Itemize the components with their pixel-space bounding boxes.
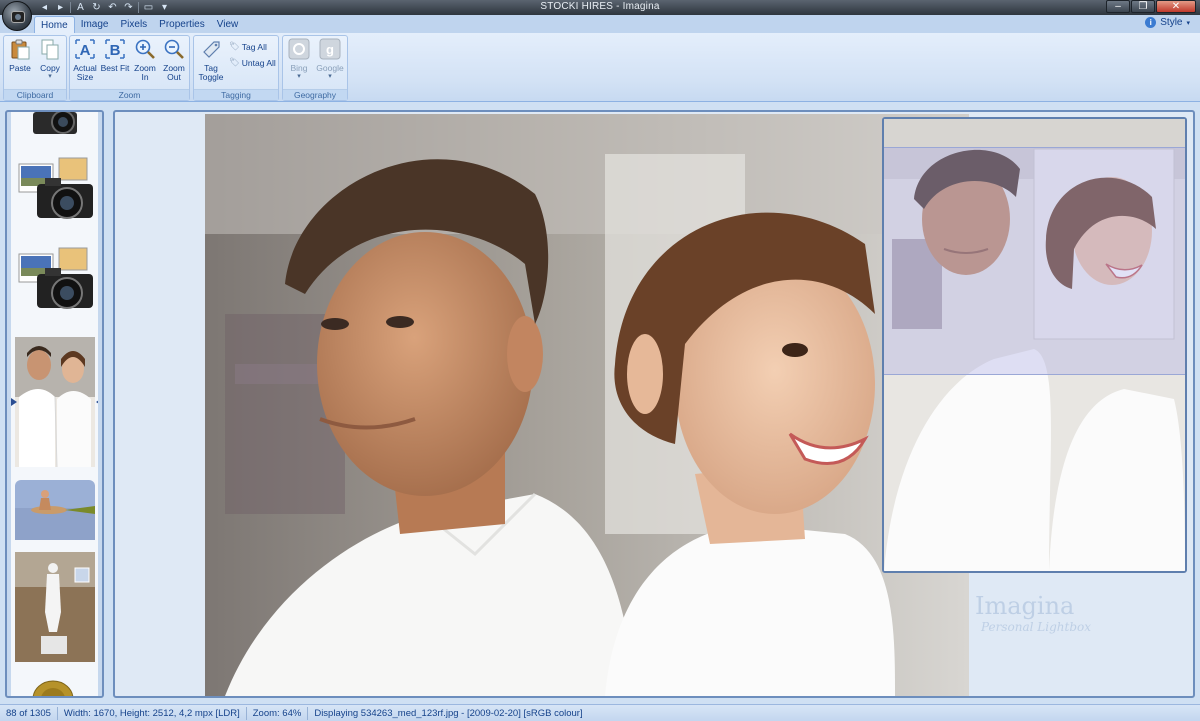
chevron-down-icon: ▾ bbox=[48, 73, 52, 80]
minimize-button[interactable]: – bbox=[1106, 0, 1130, 13]
zoom-in-label-2: In bbox=[141, 72, 149, 82]
zoom-in-icon bbox=[135, 39, 155, 59]
close-button[interactable]: ✕ bbox=[1156, 0, 1196, 13]
svg-text:A: A bbox=[80, 42, 91, 59]
imagina-watermark: Imagina Personal Lightbox bbox=[975, 592, 1091, 634]
thumbnail-scrollbar[interactable] bbox=[98, 112, 102, 696]
tab-pixels[interactable]: Pixels bbox=[114, 16, 153, 33]
svg-text:g: g bbox=[326, 42, 334, 57]
window-controls: – ❐ ✕ bbox=[1106, 0, 1196, 13]
main-photo bbox=[205, 114, 969, 696]
couple-thumb[interactable] bbox=[15, 337, 95, 467]
paste-icon bbox=[11, 39, 30, 60]
style-menu[interactable]: i Style ▾ bbox=[1145, 17, 1190, 28]
group-label-tagging: Tagging bbox=[194, 89, 278, 100]
copy-label: Copy bbox=[40, 63, 60, 73]
google-label: Google bbox=[316, 63, 344, 73]
camera-icon-thumb[interactable] bbox=[15, 112, 95, 144]
chevron-down-icon: ▾ bbox=[328, 73, 332, 80]
watermark-subtitle: Personal Lightbox bbox=[981, 620, 1092, 634]
thumbnail-list bbox=[11, 112, 102, 697]
status-index: 88 of 1305 bbox=[0, 706, 58, 720]
window-title: STOCKI HIRES - Imagina bbox=[540, 1, 660, 12]
app-menu-button[interactable] bbox=[2, 1, 32, 31]
tab-home[interactable]: Home bbox=[34, 16, 75, 33]
group-label-zoom: Zoom bbox=[70, 89, 189, 100]
tab-image[interactable]: Image bbox=[75, 16, 115, 33]
copy-button[interactable]: Copy ▾ bbox=[36, 38, 64, 80]
untag-small-icon: 🏷 bbox=[229, 57, 240, 67]
navigator-panel[interactable] bbox=[882, 117, 1187, 573]
photo-camera-thumb-2[interactable] bbox=[15, 244, 95, 324]
group-label-clipboard: Clipboard bbox=[4, 89, 66, 100]
thumbnail-strip[interactable] bbox=[5, 110, 104, 698]
camera-icon bbox=[11, 11, 25, 23]
tab-view[interactable]: View bbox=[211, 16, 245, 33]
status-bar: 88 of 1305 Width: 1670, Height: 2512, 4,… bbox=[0, 704, 1200, 721]
untag-all-label: Untag All bbox=[241, 57, 276, 68]
bing-label: Bing bbox=[290, 63, 308, 73]
status-zoom: Zoom: 64% bbox=[247, 706, 309, 720]
group-geography: Bing ▾ g Google ▾ Geography bbox=[282, 35, 348, 101]
chevron-down-icon: ▾ bbox=[297, 73, 301, 80]
status-file: Displaying 534263_med_123rf.jpg - [2009-… bbox=[314, 707, 583, 719]
title-bar: ◂ ▸ A ↻ ↶ ↷ ▭ ▾ STOCKI HIRES - Imagina –… bbox=[0, 0, 1200, 31]
untag-all-button[interactable]: 🏷 Untag All bbox=[229, 57, 276, 68]
selected-marker-left bbox=[11, 398, 17, 406]
best-fit-button[interactable]: B Best Fit bbox=[99, 38, 131, 73]
ribbon-tabs: Home Image Pixels Properties View bbox=[34, 16, 244, 33]
tag-icon bbox=[203, 41, 220, 58]
paste-label: Paste bbox=[9, 63, 31, 73]
zoom-out-label-2: Out bbox=[167, 72, 181, 82]
help-icon[interactable]: i bbox=[1145, 17, 1157, 28]
tag-toggle-button[interactable]: Tag Toggle bbox=[197, 38, 225, 82]
copy-icon bbox=[41, 39, 59, 60]
group-zoom: A Actual Size B Best Fit Zoom In Zoom Ou… bbox=[69, 35, 190, 101]
group-label-geography: Geography bbox=[283, 89, 347, 100]
svg-text:B: B bbox=[110, 42, 121, 59]
group-clipboard: Paste Copy ▾ Clipboard bbox=[3, 35, 67, 101]
status-dimensions: Width: 1670, Height: 2512, 4,2 mpx [LDR] bbox=[58, 706, 247, 720]
paste-button[interactable]: Paste bbox=[7, 38, 33, 73]
photo-camera-thumb[interactable] bbox=[15, 154, 95, 234]
zoom-in-button[interactable]: Zoom In bbox=[132, 38, 158, 82]
watermark-title: Imagina bbox=[975, 592, 1075, 620]
best-fit-icon: B bbox=[105, 39, 125, 59]
bing-icon bbox=[288, 38, 310, 60]
tag-all-label: Tag All bbox=[241, 41, 267, 52]
statue-thumb[interactable] bbox=[15, 552, 95, 662]
actual-size-icon: A bbox=[75, 39, 95, 59]
swimmer-thumb[interactable] bbox=[15, 480, 95, 540]
best-fit-label: Best Fit bbox=[100, 63, 130, 73]
tag-small-icon: 🏷 bbox=[229, 41, 240, 51]
tag-toggle-label-2: Toggle bbox=[198, 72, 224, 82]
group-tagging: Tag Toggle 🏷 Tag All 🏷 Untag All Tagging bbox=[193, 35, 279, 101]
tag-all-button[interactable]: 🏷 Tag All bbox=[229, 41, 267, 52]
actual-size-label-2: Size bbox=[76, 72, 94, 82]
coin-thumb[interactable] bbox=[15, 677, 95, 697]
google-icon: g bbox=[319, 38, 341, 60]
ribbon-tabs-bar: Home Image Pixels Properties View i Styl… bbox=[0, 15, 1200, 33]
chevron-down-icon: ▾ bbox=[1186, 19, 1190, 27]
bing-button[interactable]: Bing ▾ bbox=[286, 38, 312, 80]
zoom-out-button[interactable]: Zoom Out bbox=[161, 38, 187, 82]
actual-size-button[interactable]: A Actual Size bbox=[72, 38, 98, 82]
zoom-out-icon bbox=[164, 39, 184, 59]
navigator-viewport-rect[interactable] bbox=[884, 147, 1185, 375]
style-menu-label: Style bbox=[1160, 17, 1183, 28]
ribbon: Paste Copy ▾ Clipboard A Actual Size B B… bbox=[0, 33, 1200, 102]
google-button[interactable]: g Google ▾ bbox=[315, 38, 345, 80]
tab-properties[interactable]: Properties bbox=[153, 16, 211, 33]
restore-button[interactable]: ❐ bbox=[1131, 0, 1155, 13]
